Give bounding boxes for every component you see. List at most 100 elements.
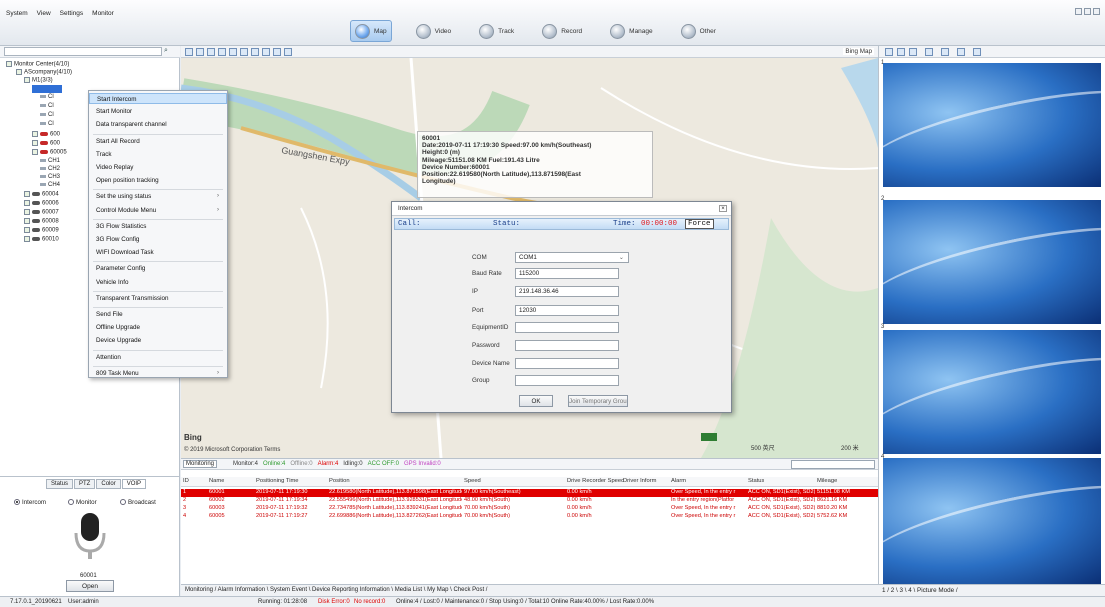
zoom-in-icon[interactable] bbox=[185, 48, 193, 56]
search-map-icon[interactable] bbox=[262, 48, 270, 56]
map-source-select[interactable]: Bing Map bbox=[843, 48, 874, 55]
device-name-input[interactable] bbox=[515, 358, 619, 369]
search-icon[interactable]: ⌕ bbox=[164, 47, 174, 56]
tab-status[interactable]: Status bbox=[46, 479, 74, 489]
column-header[interactable]: Alarm bbox=[671, 478, 686, 484]
nav-record[interactable]: Record bbox=[538, 20, 586, 42]
minimize-icon[interactable] bbox=[1075, 8, 1082, 15]
record-icon[interactable] bbox=[925, 48, 933, 56]
video-slot[interactable] bbox=[883, 63, 1101, 187]
fullscreen-icon[interactable] bbox=[273, 48, 281, 56]
radio-broadcast[interactable]: Broadcast bbox=[120, 499, 156, 506]
tree-device[interactable]: 60008 bbox=[24, 218, 59, 225]
tree-channel[interactable]: Cl bbox=[40, 94, 54, 100]
menu-view[interactable]: View bbox=[37, 10, 51, 17]
nav-manage[interactable]: Manage bbox=[606, 20, 657, 42]
layout-icon[interactable] bbox=[885, 48, 893, 56]
column-header[interactable]: ID bbox=[183, 478, 189, 484]
rectangle-icon[interactable] bbox=[229, 48, 237, 56]
nav-track[interactable]: Track bbox=[475, 20, 518, 42]
video-page-tabs[interactable]: 1 / 2 \ 3 \ 4 \ Picture Mode / bbox=[878, 584, 1105, 596]
column-header[interactable]: Speed bbox=[464, 478, 481, 484]
password-input[interactable] bbox=[515, 340, 619, 351]
context-menu-item[interactable]: Open position tracking bbox=[89, 175, 227, 186]
tree-channel[interactable]: CH4 bbox=[40, 182, 60, 188]
monitoring-dropdown[interactable]: Monitoring bbox=[183, 460, 218, 468]
context-menu-item[interactable]: Video Replay bbox=[89, 162, 227, 173]
context-menu-item[interactable]: Device Upgrade bbox=[89, 335, 227, 346]
nav-other[interactable]: Other bbox=[677, 20, 720, 42]
volume-icon[interactable] bbox=[941, 48, 949, 56]
nav-map[interactable]: Map bbox=[350, 20, 392, 42]
group-input[interactable] bbox=[515, 375, 619, 386]
table-row[interactable]: 1 60001 2019-07-11 17:19:30 22.619580(North… bbox=[181, 489, 878, 497]
layout-icon[interactable] bbox=[897, 48, 905, 56]
tree-company[interactable]: AScompany(4/10) bbox=[16, 69, 72, 76]
table-row[interactable]: 2 60002 2019-07-11 17:19:34 22.555496(North… bbox=[181, 497, 878, 505]
maximize-icon[interactable] bbox=[1084, 8, 1091, 15]
column-header[interactable]: Status bbox=[748, 478, 764, 484]
grid-filter-select[interactable] bbox=[791, 460, 875, 469]
tree-vehicle[interactable]: 60005 bbox=[32, 149, 67, 156]
tree-group[interactable]: M1(3/3) bbox=[24, 77, 53, 84]
open-button[interactable]: Open bbox=[66, 580, 114, 592]
column-header[interactable]: Positioning Time bbox=[256, 478, 299, 484]
context-menu-item[interactable]: Start All Record bbox=[89, 136, 227, 147]
column-header[interactable]: Drive Recorder Speed bbox=[567, 478, 624, 484]
tree-device[interactable]: 60004 bbox=[24, 191, 59, 198]
context-menu-item[interactable]: Set the using status › bbox=[89, 191, 227, 202]
tree-channel[interactable]: CH3 bbox=[40, 174, 60, 180]
tree-channel[interactable]: CH2 bbox=[40, 166, 60, 172]
com-select[interactable]: COM1 ⌄ bbox=[515, 252, 629, 263]
menu-settings[interactable]: Settings bbox=[60, 10, 84, 17]
context-menu-item[interactable]: Data transparent channel bbox=[89, 119, 227, 130]
tree-device[interactable]: 60009 bbox=[24, 227, 59, 234]
table-row[interactable]: 4 60005 2019-07-11 17:19:27 22.699886(North… bbox=[181, 513, 878, 521]
context-menu-item[interactable]: Attention bbox=[89, 352, 227, 363]
close-icon[interactable] bbox=[1093, 8, 1100, 15]
table-row[interactable]: 3 60003 2019-07-11 17:19:32 22.734785(North… bbox=[181, 505, 878, 513]
circle-icon[interactable] bbox=[218, 48, 226, 56]
tree-device[interactable]: 60007 bbox=[24, 209, 59, 216]
tree-vehicle[interactable]: 600 bbox=[32, 140, 60, 147]
tree-selected-vehicle[interactable] bbox=[32, 85, 62, 93]
baud-rate-input[interactable]: 115200 bbox=[515, 268, 619, 279]
tree-channel[interactable]: Cl bbox=[40, 121, 54, 127]
zoom-out-icon[interactable] bbox=[196, 48, 204, 56]
tree-channel[interactable]: Cl bbox=[40, 112, 54, 118]
snapshot-icon[interactable] bbox=[909, 48, 917, 56]
video-slot[interactable] bbox=[883, 200, 1101, 324]
tree-channel[interactable]: CH1 bbox=[40, 158, 60, 164]
context-menu-item[interactable]: Parameter Config bbox=[89, 263, 227, 274]
menu-monitor[interactable]: Monitor bbox=[92, 10, 114, 17]
force-button[interactable]: Force bbox=[685, 219, 714, 229]
context-menu-item[interactable]: 809 Task Menu › bbox=[89, 368, 227, 379]
menu-system[interactable]: System bbox=[6, 10, 28, 17]
context-menu-item[interactable]: 3G Flow Config bbox=[89, 234, 227, 245]
tab-ptz[interactable]: PTZ bbox=[74, 479, 96, 489]
tree-channel[interactable]: Cl bbox=[40, 103, 54, 109]
tree-device[interactable]: 60006 bbox=[24, 200, 59, 207]
video-slot[interactable] bbox=[883, 330, 1101, 454]
context-menu-item[interactable]: Track bbox=[89, 149, 227, 160]
line-icon[interactable] bbox=[251, 48, 259, 56]
join-temp-group-button[interactable]: Join Temporary Group bbox=[568, 395, 628, 407]
tree-search-input[interactable] bbox=[4, 47, 162, 56]
polygon-icon[interactable] bbox=[240, 48, 248, 56]
pointer-icon[interactable] bbox=[207, 48, 215, 56]
column-header[interactable]: Driver Inform bbox=[623, 478, 657, 484]
stop-icon[interactable] bbox=[973, 48, 981, 56]
context-menu-item[interactable]: Vehicle Info bbox=[89, 277, 227, 288]
context-menu-item[interactable]: 3G Flow Statistics bbox=[89, 221, 227, 232]
column-header[interactable]: Name bbox=[209, 478, 224, 484]
context-menu-item[interactable]: Send File bbox=[89, 309, 227, 320]
equipment-id-input[interactable] bbox=[515, 322, 619, 333]
context-menu-item[interactable]: Offline Upgrade bbox=[89, 322, 227, 333]
column-header[interactable]: Position bbox=[329, 478, 350, 484]
ok-button[interactable]: OK bbox=[519, 395, 553, 407]
context-menu-item[interactable]: Start Monitor bbox=[89, 106, 227, 117]
bottom-tabs[interactable]: Monitoring / Alarm Information \ System … bbox=[181, 584, 878, 596]
ip-input[interactable]: 219.148.36.46 bbox=[515, 286, 619, 297]
context-menu-item[interactable]: Start Intercom bbox=[89, 93, 227, 104]
tree-root[interactable]: Monitor Center(4/10) bbox=[6, 61, 69, 68]
